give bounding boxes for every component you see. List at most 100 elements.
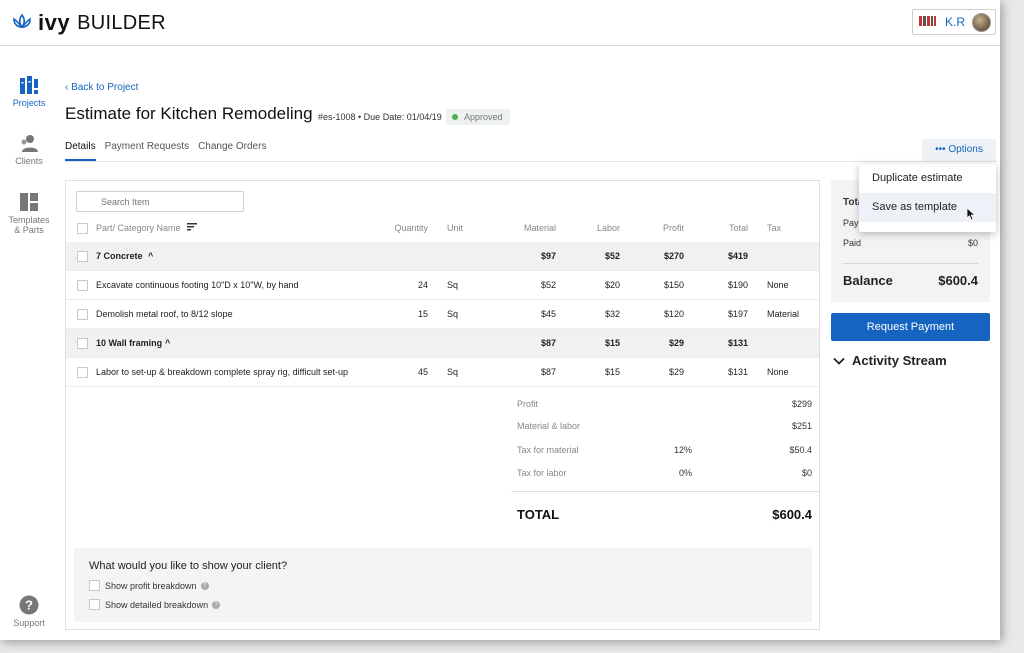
category-row[interactable]: 7 Concrete ^ $97 $52 $270 $419 (66, 242, 819, 271)
svg-text:?: ? (25, 598, 33, 613)
column-header-tax: Tax (767, 223, 782, 233)
grand-total-value: $600.4 (772, 507, 812, 522)
search-input[interactable] (76, 191, 244, 212)
chevron-down-icon (833, 353, 852, 368)
sidebar-item-label: Support (13, 618, 45, 628)
summary-profit-label: Profit (517, 399, 539, 409)
client-visibility-question: What would you like to show your client? (89, 560, 288, 572)
chevron-up-icon[interactable]: ^ (148, 242, 153, 271)
activity-stream-toggle[interactable]: Activity Stream (833, 353, 947, 368)
summary-tax-material-rate: 12% (673, 445, 692, 455)
category-material: $97 (540, 251, 556, 261)
menu-item-duplicate-estimate[interactable]: Duplicate estimate (859, 164, 996, 193)
row-checkbox[interactable] (77, 280, 88, 291)
show-profit-breakdown-option[interactable]: Show profit breakdown ? (89, 580, 209, 591)
item-unit: Sq (447, 309, 459, 319)
row-checkbox[interactable] (77, 367, 88, 378)
company-logo-icon (919, 15, 943, 30)
templates-icon (0, 192, 58, 212)
sidebar-item-label-2: & Parts (14, 225, 44, 235)
show-profit-breakdown-label: Show profit breakdown (105, 580, 197, 591)
item-total: $197 (727, 309, 748, 319)
sidebar-item-support[interactable]: ? Support (0, 595, 58, 628)
item-quantity: 15 (417, 309, 428, 319)
sidebar-item-label: Templates (8, 215, 50, 225)
row-checkbox[interactable] (77, 309, 88, 320)
sidebar: Projects Clients Templates & Parts ? Sup… (0, 47, 58, 640)
row-checkbox[interactable] (77, 251, 88, 262)
column-header-part: Part/ Category Name (96, 223, 181, 233)
show-profit-breakdown-checkbox[interactable] (89, 580, 100, 591)
table-row[interactable]: Excavate continuous footing 10"D x 10"W,… (66, 271, 819, 300)
logo-builder-text: BUILDER (77, 11, 166, 34)
table-row[interactable]: Demolish metal roof, to 8/12 slope 15 Sq… (66, 300, 819, 329)
payment-divider (843, 263, 978, 264)
column-header-total: Total (728, 223, 748, 233)
summary-tax-labor-value: $0 (801, 468, 812, 478)
page-title: Estimate for Kitchen Remodeling (65, 104, 313, 123)
category-labor: $52 (604, 251, 620, 261)
item-labor: $32 (604, 309, 620, 319)
summary-profit-value: $299 (791, 399, 812, 409)
item-unit: Sq (447, 367, 459, 377)
category-material: $87 (540, 338, 556, 348)
tabs: Details Payment Requests Change Orders (65, 141, 266, 161)
help-icon[interactable]: ? (200, 581, 209, 590)
payment-paid-label: Paid (843, 238, 862, 248)
item-unit: Sq (447, 280, 459, 290)
column-header-material: Material (523, 223, 556, 233)
item-name: Labor to set-up & breakdown complete spr… (96, 367, 348, 377)
options-label: Options (948, 144, 983, 155)
item-tax: Material (767, 309, 800, 319)
item-name: Demolish metal roof, to 8/12 slope (96, 309, 233, 319)
item-labor: $15 (604, 367, 620, 377)
lotus-icon (12, 13, 32, 34)
row-checkbox[interactable] (77, 338, 88, 349)
request-payment-button[interactable]: Request Payment (831, 313, 990, 341)
logo[interactable]: ivy BUILDER (12, 10, 166, 36)
category-name: 10 Wall framing (96, 338, 163, 348)
avatar[interactable] (972, 13, 991, 32)
chevron-up-icon[interactable]: ^ (165, 329, 170, 358)
summary-tax-labor-rate: 0% (678, 468, 692, 478)
logo-ivy-text: ivy (38, 10, 71, 35)
category-row[interactable]: 10 Wall framing ^ $87 $15 $29 $131 (66, 329, 819, 358)
sidebar-item-templates[interactable]: Templates & Parts (0, 192, 58, 235)
sidebar-item-clients[interactable]: Clients (0, 133, 58, 166)
category-name: 7 Concrete (96, 251, 143, 261)
tab-payment-requests[interactable]: Payment Requests (105, 141, 190, 161)
back-link-label: Back to Project (71, 82, 139, 93)
balance-value: $600.4 (938, 273, 978, 288)
help-icon[interactable]: ? (212, 600, 221, 609)
select-all-checkbox[interactable] (77, 223, 88, 234)
sidebar-item-projects[interactable]: Projects (0, 75, 58, 108)
sidebar-item-label: Projects (12, 98, 46, 108)
item-quantity: 24 (417, 280, 428, 290)
payment-payments-label: Pay (843, 218, 859, 228)
summary-divider (511, 491, 819, 492)
estimate-meta: #es-1008 • Due Date: 01/04/19 (318, 112, 442, 122)
status-badge: Approved (446, 109, 510, 125)
show-detailed-breakdown-option[interactable]: Show detailed breakdown ? (89, 599, 221, 610)
column-header-quantity: Quantity (394, 223, 428, 233)
column-header-labor: Labor (596, 223, 620, 233)
tab-details[interactable]: Details (65, 141, 96, 161)
table-row[interactable]: Labor to set-up & breakdown complete spr… (66, 358, 819, 387)
mouse-cursor-icon (966, 207, 977, 224)
item-profit: $150 (663, 280, 684, 290)
projects-icon (0, 75, 58, 95)
back-to-project-link[interactable]: ‹ Back to Project (65, 82, 138, 93)
category-total: $419 (727, 251, 748, 261)
item-profit: $29 (668, 367, 684, 377)
user-menu[interactable]: K.R (912, 9, 996, 35)
column-header-unit: Unit (447, 223, 464, 233)
category-total: $131 (727, 338, 748, 348)
tab-change-orders[interactable]: Change Orders (198, 141, 266, 161)
show-detailed-breakdown-checkbox[interactable] (89, 599, 100, 610)
show-detailed-breakdown-label: Show detailed breakdown (105, 599, 209, 610)
options-button[interactable]: ••• Options (922, 139, 996, 161)
item-material: $52 (540, 280, 556, 290)
sort-icon[interactable] (187, 214, 197, 243)
item-name: Excavate continuous footing 10"D x 10"W,… (96, 280, 299, 290)
user-initials: K.R (945, 15, 966, 29)
